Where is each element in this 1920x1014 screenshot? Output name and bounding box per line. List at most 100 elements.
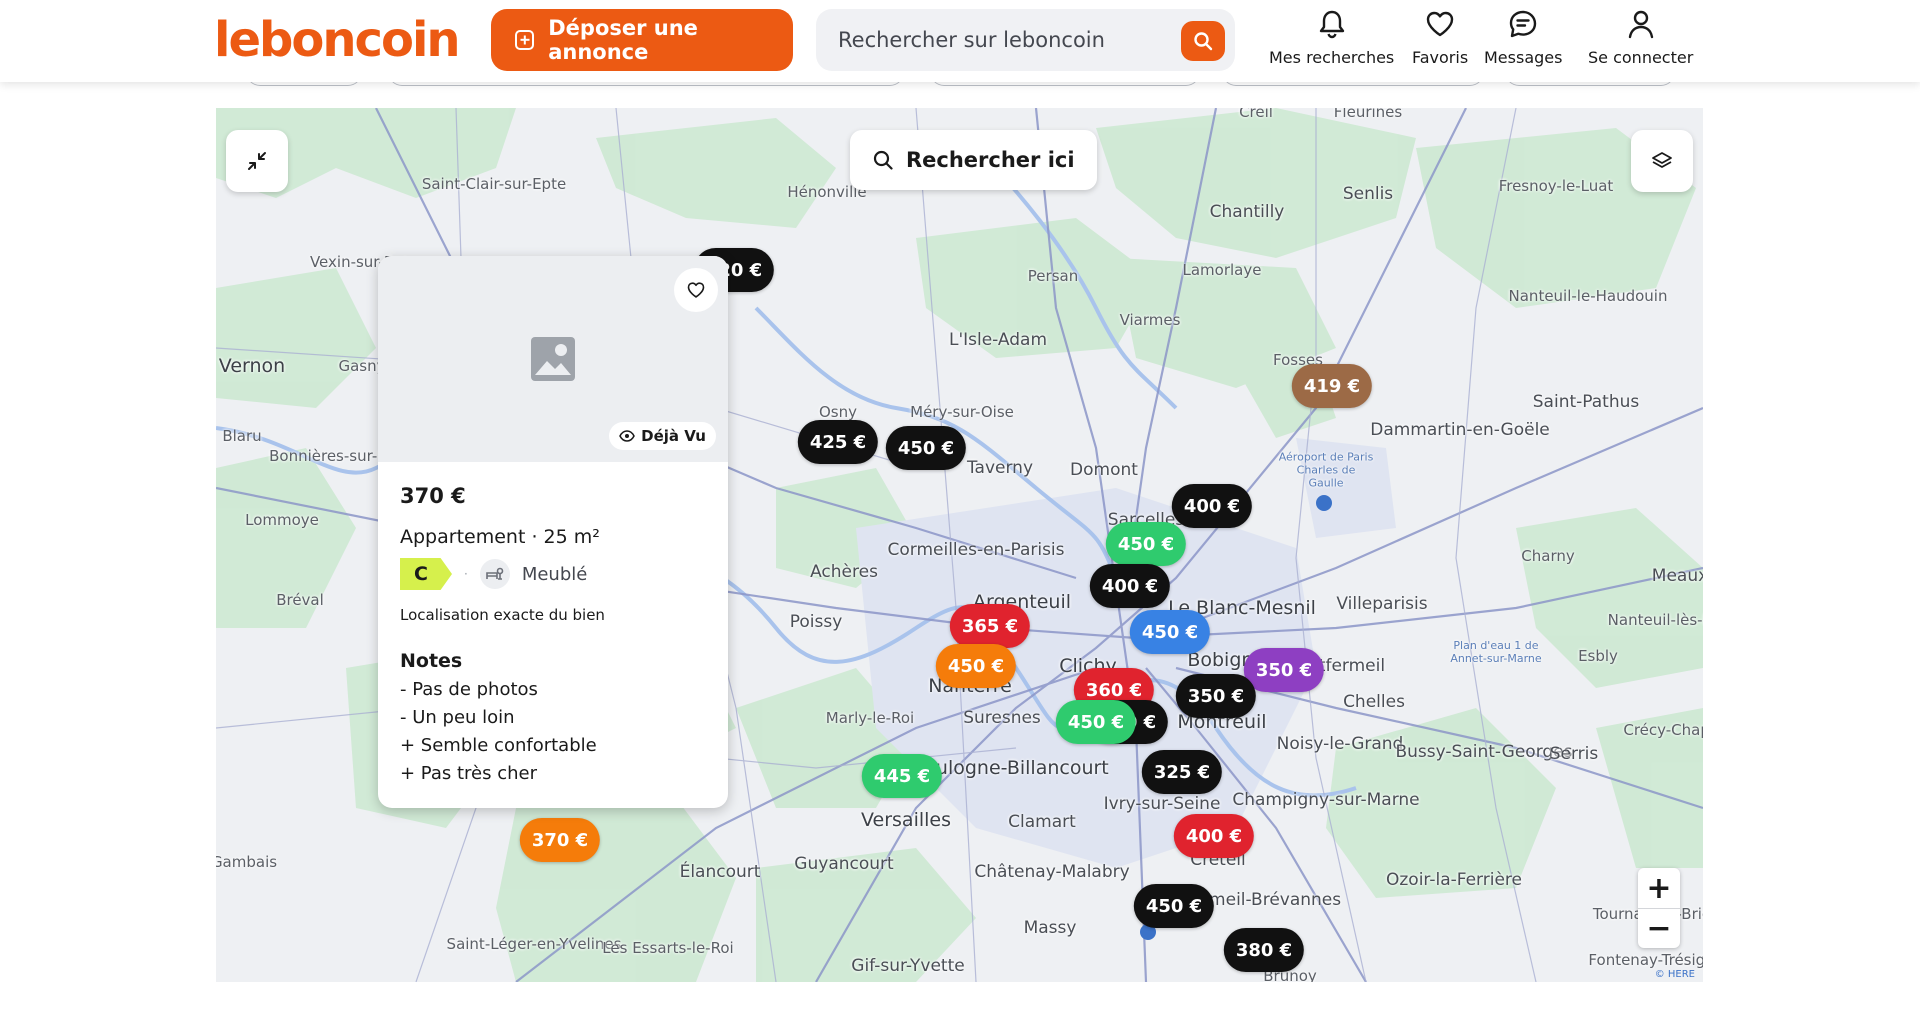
map-place-label: Aéroport de Paris Charles de Gaulle — [1278, 450, 1374, 490]
map-place-label: Limeil-Brévannes — [1194, 890, 1342, 910]
map-attribution[interactable]: © HERE — [1655, 969, 1695, 980]
price-pin[interactable]: 425 € — [797, 420, 879, 464]
nav-login[interactable]: Se connecter — [1588, 8, 1693, 67]
map-place-label: Gif-sur-Yvette — [851, 956, 965, 976]
already-seen-label: Déjà Vu — [641, 427, 706, 445]
leboncoin-logo[interactable]: leboncoin — [214, 14, 461, 66]
note-line: - Pas de photos — [400, 679, 538, 700]
map-place-label: Lamorlaye — [1182, 261, 1262, 279]
map-place-label: Ivry-sur-Seine — [1103, 794, 1221, 814]
map-place-label: Ozoir-la-Ferrière — [1386, 870, 1522, 890]
price-pin[interactable]: 350 € — [1243, 648, 1325, 692]
price-pin[interactable]: 370 € — [519, 818, 601, 862]
price-pin[interactable]: 450 € — [1129, 610, 1211, 654]
map-place-label: L'Isle-Adam — [948, 330, 1048, 350]
search-here-button[interactable]: Rechercher ici — [850, 130, 1097, 190]
price-pin[interactable]: 365 € — [949, 604, 1031, 648]
heart-icon — [1426, 11, 1454, 37]
map-place-label: Meaux — [1651, 566, 1703, 586]
favorite-button[interactable] — [674, 268, 718, 312]
map-place-label: Nanteuil-lès-Meaux — [1607, 611, 1703, 629]
map-place-label: Guyancourt — [794, 854, 894, 874]
main-search-button[interactable] — [1181, 21, 1225, 61]
collapse-map-button[interactable] — [226, 130, 288, 192]
price-pin[interactable]: 445 € — [861, 754, 943, 798]
map-place-label: Blaru — [222, 427, 262, 445]
map-place-label: Fresnoy-le-Luat — [1498, 177, 1614, 195]
zoom-in-button[interactable]: + — [1638, 868, 1680, 908]
map-place-label: Dammartin-en-Goële — [1370, 420, 1550, 440]
notes-title: Notes — [400, 650, 463, 672]
price-pin[interactable]: 450 € — [1133, 884, 1215, 928]
furnished-icon — [479, 559, 510, 589]
nav-favorites[interactable]: Favoris — [1412, 8, 1468, 67]
post-ad-button[interactable]: Déposer une annonce — [491, 9, 793, 71]
price-pin[interactable]: 400 € — [1089, 564, 1171, 608]
nav-my-searches-label: Mes recherches — [1269, 48, 1395, 67]
price-pin[interactable]: 450 € — [1055, 700, 1137, 744]
map-place-label: Chantilly — [1209, 202, 1285, 222]
map-layers-button[interactable] — [1631, 130, 1693, 192]
price-pin[interactable]: 400 € — [1173, 814, 1255, 858]
already-seen-badge: Déjà Vu — [609, 422, 716, 450]
eye-icon — [619, 430, 635, 442]
price-pin[interactable]: 400 € — [1171, 484, 1253, 528]
map-place-label: Bussy-Saint-Georges — [1395, 742, 1573, 762]
price-pin[interactable]: 325 € — [1141, 750, 1223, 794]
results-map[interactable]: Saint-Clair-sur-Epte Hénonville Vexin-su… — [216, 108, 1703, 982]
map-place-label: Marly-le-Roi — [825, 709, 915, 727]
main-search-bar[interactable] — [816, 9, 1235, 71]
zoom-control: + − — [1638, 868, 1680, 948]
energy-class-badge: C — [400, 558, 452, 590]
price-pin[interactable]: 450 € — [1105, 522, 1187, 566]
map-place-label: Senlis — [1342, 184, 1394, 204]
price-pin[interactable]: 350 € — [1175, 674, 1257, 718]
map-place-label: Nanteuil-le-Haudouin — [1508, 287, 1668, 305]
price-pin[interactable]: 380 € — [1223, 928, 1305, 972]
map-place-label: Fleurines — [1333, 108, 1403, 121]
map-place-label: Clamart — [1008, 812, 1076, 832]
map-place-label: Saint-Clair-sur-Epte — [421, 175, 567, 193]
note-line: + Pas très cher — [400, 763, 537, 784]
map-place-label: Massy — [1023, 918, 1077, 938]
plus-square-icon — [515, 30, 535, 50]
price-pin[interactable]: 419 € — [1291, 364, 1373, 408]
map-place-label: Charny — [1521, 547, 1575, 565]
note-line: - Un peu loin — [400, 707, 515, 728]
map-place-label: Villeparisis — [1336, 594, 1428, 614]
image-placeholder-icon — [531, 337, 575, 381]
zoom-out-button[interactable]: − — [1638, 908, 1680, 948]
map-place-label: Châtenay-Malabry — [974, 862, 1130, 882]
listing-preview-card[interactable]: Déjà Vu 370 € Appartement · 25 m² C · Me… — [378, 256, 728, 808]
user-icon — [1628, 10, 1653, 39]
nav-my-searches[interactable]: Mes recherches — [1269, 8, 1394, 67]
chat-bubble-icon — [1510, 10, 1537, 38]
nav-messages[interactable]: Messages — [1484, 8, 1562, 67]
map-place-label: Élancourt — [679, 862, 761, 882]
map-place-label: Poissy — [789, 612, 843, 632]
search-icon — [1194, 32, 1213, 51]
location-note: Localisation exacte du bien — [400, 606, 605, 624]
price-pin[interactable]: 450 € — [885, 426, 967, 470]
map-place-label: Versailles — [861, 809, 951, 831]
price-pin[interactable]: 450 € — [935, 644, 1017, 688]
map-place-label: Chelles — [1343, 692, 1405, 712]
map-place-label: Noisy-le-Grand — [1276, 734, 1404, 754]
map-place-label: Plan d'eau 1 de Annet-sur-Marne — [1450, 639, 1542, 665]
main-search-input[interactable] — [838, 28, 1158, 52]
listing-attributes: C · Meublé — [400, 558, 706, 590]
map-place-label: Vernon — [218, 355, 286, 377]
map-place-label: Osny — [818, 403, 858, 421]
heart-icon — [687, 282, 705, 298]
map-place-label: Lommoye — [245, 511, 319, 529]
bell-icon — [1319, 10, 1344, 39]
nav-messages-label: Messages — [1484, 48, 1563, 67]
listing-photo-placeholder[interactable]: Déjà Vu — [378, 256, 728, 462]
map-place-label: Crécy-Chapelle — [1623, 721, 1703, 739]
listing-price: 370 € — [400, 484, 466, 508]
map-place-label: Champigny-sur-Marne — [1232, 790, 1420, 810]
map-place-label: Esbly — [1578, 647, 1618, 665]
map-place-label: Bréval — [276, 591, 324, 609]
map-place-label: Saint-Pathus — [1532, 392, 1640, 412]
separator: · — [464, 567, 468, 581]
